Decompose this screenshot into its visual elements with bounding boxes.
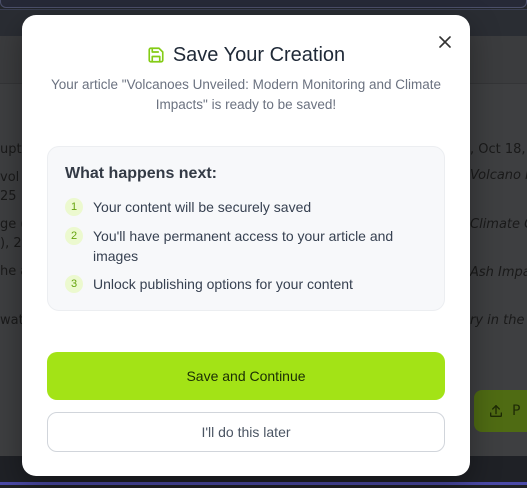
dialog-header: Save Your Creation [22, 43, 470, 67]
bg-text-fragment: upt [0, 142, 22, 157]
publish-button[interactable]: P [474, 390, 527, 432]
next-steps-panel: What happens next: 1 Your content will b… [47, 146, 445, 311]
step-number-badge: 2 [65, 227, 83, 245]
next-steps-heading: What happens next: [65, 165, 218, 182]
step-item: 3 Unlock publishing options for your con… [65, 274, 425, 294]
do-later-button[interactable]: I'll do this later [47, 412, 445, 452]
bg-text-fragment: ry in the [470, 313, 525, 328]
publish-button-label: P [512, 403, 521, 419]
save-dialog: Save Your Creation Your article "Volcano… [22, 15, 470, 476]
top-bar [0, 0, 527, 10]
bg-text-fragment: Ash Impa [470, 265, 527, 280]
bg-text-fragment: 25 [0, 189, 17, 204]
save-and-continue-button[interactable]: Save and Continue [47, 352, 445, 400]
bottom-bar-accent [0, 482, 527, 485]
bg-text-fragment: , Oct 18, [470, 142, 526, 157]
top-bar-accent [0, 0, 527, 8]
save-icon [148, 47, 164, 63]
step-number-badge: 3 [65, 275, 83, 293]
step-item: 2 You'll have permanent access to your a… [65, 226, 425, 266]
bg-text-fragment: wat [0, 313, 24, 328]
bg-text-fragment: Volcano M [470, 168, 527, 183]
step-text: Unlock publishing options for your conte… [93, 276, 353, 292]
step-number-badge: 1 [65, 198, 83, 216]
step-text: Your content will be securely saved [93, 199, 312, 215]
upload-icon [490, 405, 502, 417]
step-item: 1 Your content will be securely saved [65, 197, 425, 217]
bg-text-fragment: Climate C [470, 217, 527, 232]
step-text: You'll have permanent access to your art… [93, 228, 394, 264]
dialog-subtitle: Your article "Volcanoes Unveiled: Modern… [50, 77, 441, 112]
bg-text-fragment: vol [0, 170, 20, 185]
dialog-title: Save Your Creation [172, 43, 346, 66]
